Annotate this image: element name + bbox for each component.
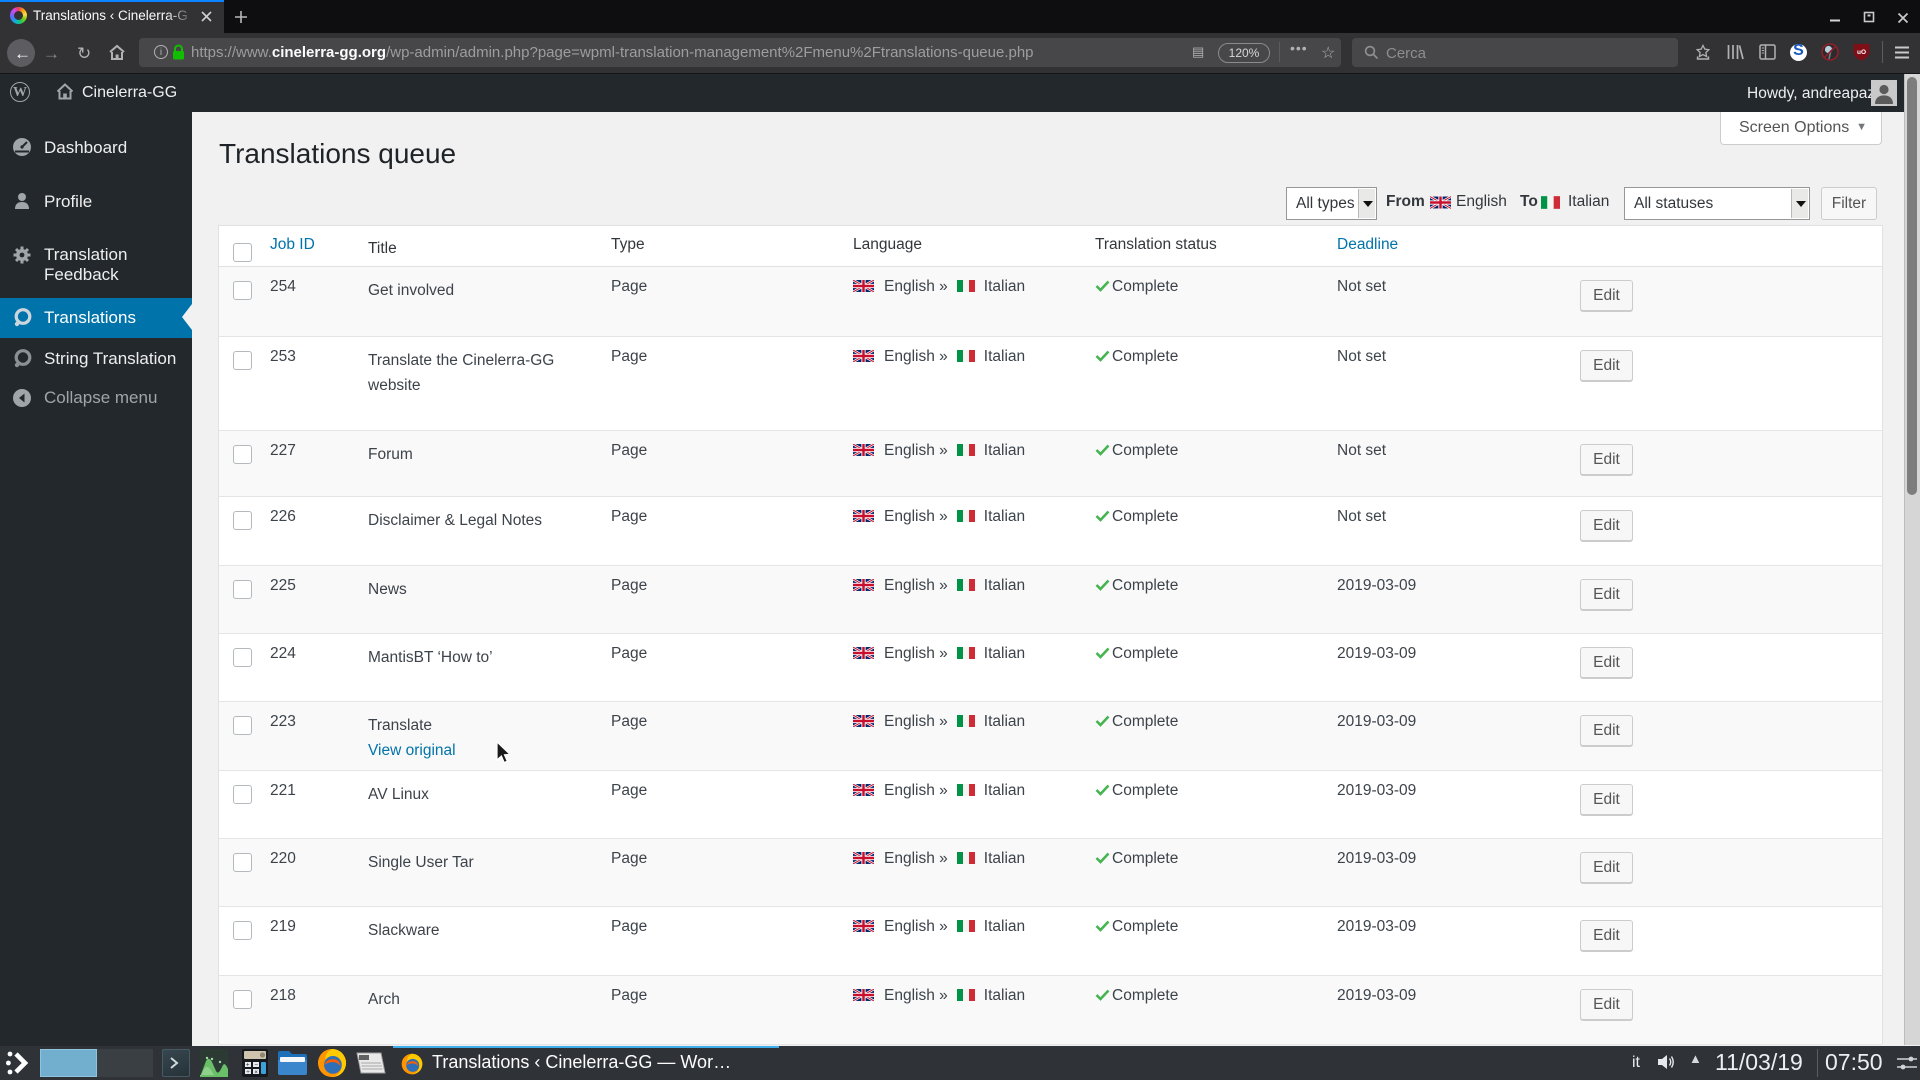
svg-text:uO: uO — [1857, 49, 1866, 56]
svg-text:−: − — [254, 1063, 258, 1069]
svg-text:×: × — [254, 1070, 258, 1076]
svg-text:+: + — [246, 1063, 250, 1069]
